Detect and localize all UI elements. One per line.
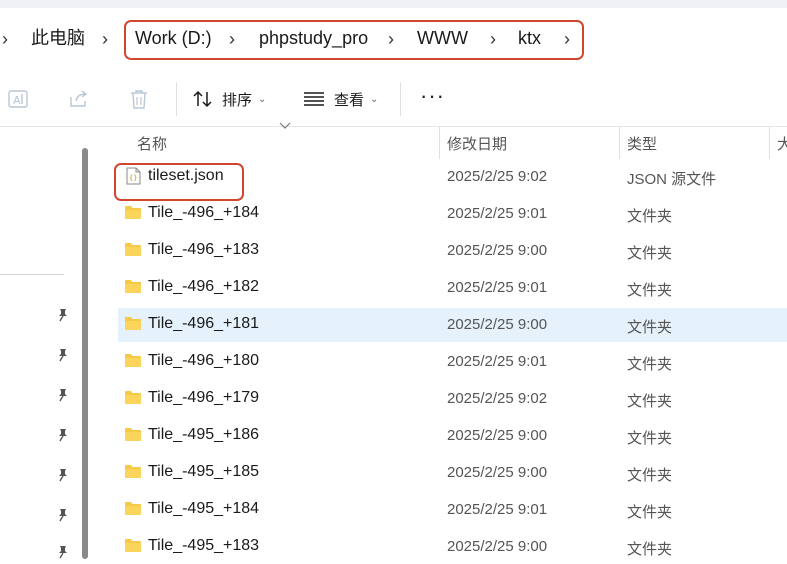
file-name[interactable]: Tile_-495_+186 [148,426,259,444]
file-type: 文件夹 [627,430,673,447]
file-modified-date: 2025/2/25 9:01 [447,353,548,370]
share-icon[interactable] [67,88,91,110]
sort-icon [192,89,214,109]
column-divider[interactable] [439,127,440,159]
file-name[interactable]: Tile_-496_+179 [148,389,259,407]
folder-icon [124,427,142,443]
file-row[interactable]: Tile_-496_+184 2025/2/25 9:01 文件夹 [118,197,787,231]
file-row[interactable]: Tile_-496_+183 2025/2/25 9:00 文件夹 [118,234,787,268]
pin-icon[interactable] [55,468,69,482]
column-header-type[interactable]: 类型 [627,133,657,154]
file-name[interactable]: Tile_-496_+182 [148,278,259,296]
file-type: 文件夹 [627,467,673,484]
file-type: 文件夹 [627,208,673,225]
toolbar-divider [176,82,177,116]
folder-icon [124,242,142,258]
nav-divider [0,274,64,275]
file-type: 文件夹 [627,393,673,410]
delete-icon[interactable] [127,88,151,110]
column-header-size[interactable]: 大 [777,133,787,154]
column-divider[interactable] [769,127,770,159]
file-modified-date: 2025/2/25 9:02 [447,390,548,407]
breadcrumb-this-pc[interactable]: 此电脑 [31,27,85,49]
file-modified-date: 2025/2/25 9:00 [447,427,548,444]
folder-icon [124,316,142,332]
file-modified-date: 2025/2/25 9:01 [447,501,548,518]
more-icon[interactable]: ··· [420,85,445,107]
file-modified-date: 2025/2/25 9:00 [447,316,548,333]
folder-icon [124,205,142,221]
chevron-down-icon: ⌄ [258,93,267,105]
view-label: 查看 [334,91,365,109]
folder-icon [124,353,142,369]
file-type: 文件夹 [627,319,673,336]
pin-icon[interactable] [55,508,69,522]
nav-scrollbar[interactable] [82,148,88,559]
file-name[interactable]: Tile_-495_+185 [148,463,259,481]
file-row[interactable]: Tile_-496_+180 2025/2/25 9:01 文件夹 [118,345,787,379]
toolbar-divider [400,82,401,116]
folder-icon [124,501,142,517]
svg-text:A: A [13,94,21,107]
file-row[interactable]: Tile_-496_+181 2025/2/25 9:00 文件夹 [118,308,787,342]
file-name[interactable]: Tile_-496_+184 [148,204,259,222]
folder-icon [124,390,142,406]
column-header-date[interactable]: 修改日期 [447,133,507,154]
folder-icon [124,279,142,295]
rename-icon[interactable]: A [7,88,31,110]
file-row[interactable]: Tile_-495_+185 2025/2/25 9:00 文件夹 [118,456,787,490]
breadcrumb-separator[interactable]: › [102,28,108,50]
file-type: 文件夹 [627,504,673,521]
file-type: 文件夹 [627,356,673,373]
file-type: 文件夹 [627,282,673,299]
file-name[interactable]: Tile_-496_+183 [148,241,259,259]
sort-indicator-icon [279,122,291,129]
file-name[interactable]: Tile_-496_+181 [148,315,259,333]
view-icon [303,90,325,108]
file-type: JSON 源文件 [627,171,717,188]
file-type: 文件夹 [627,541,673,558]
file-name[interactable]: Tile_-496_+180 [148,352,259,370]
folder-icon [124,464,142,480]
address-bar[interactable]: › 此电脑 › Work (D:) › phpstudy_pro › WWW ›… [0,8,787,70]
file-modified-date: 2025/2/25 9:00 [447,538,548,555]
file-row[interactable]: Tile_-496_+179 2025/2/25 9:02 文件夹 [118,382,787,416]
chevron-down-icon: ⌄ [370,93,379,105]
sort-label: 排序 [222,91,253,109]
pin-icon[interactable] [55,348,69,362]
file-name[interactable]: Tile_-495_+184 [148,500,259,518]
file-row[interactable]: Tile_-495_+184 2025/2/25 9:01 文件夹 [118,493,787,527]
file-type: 文件夹 [627,245,673,262]
column-divider[interactable] [619,127,620,159]
file-modified-date: 2025/2/25 9:01 [447,205,548,222]
column-header-name[interactable]: 名称 [137,133,167,154]
pin-icon[interactable] [55,545,69,559]
file-modified-date: 2025/2/25 9:00 [447,464,548,481]
sort-button[interactable]: 排序 ⌄ [192,88,266,110]
breadcrumb-separator[interactable]: › [2,28,8,50]
command-toolbar: A 排序 ⌄ 查看 ⌄ [0,70,787,127]
navigation-pane [0,127,80,559]
file-row[interactable]: Tile_-496_+182 2025/2/25 9:01 文件夹 [118,271,787,305]
pin-icon[interactable] [55,388,69,402]
file-name[interactable]: Tile_-495_+183 [148,537,259,555]
view-button[interactable]: 查看 ⌄ [303,88,378,110]
path-highlight-box [124,20,584,60]
file-highlight-box [114,163,244,201]
file-row[interactable]: Tile_-495_+186 2025/2/25 9:00 文件夹 [118,419,787,453]
file-modified-date: 2025/2/25 9:00 [447,242,548,259]
folder-icon [124,538,142,554]
file-modified-date: 2025/2/25 9:02 [447,168,548,185]
pin-icon[interactable] [55,308,69,322]
window-top-strip [0,0,787,8]
file-modified-date: 2025/2/25 9:01 [447,279,548,296]
pin-icon[interactable] [55,428,69,442]
